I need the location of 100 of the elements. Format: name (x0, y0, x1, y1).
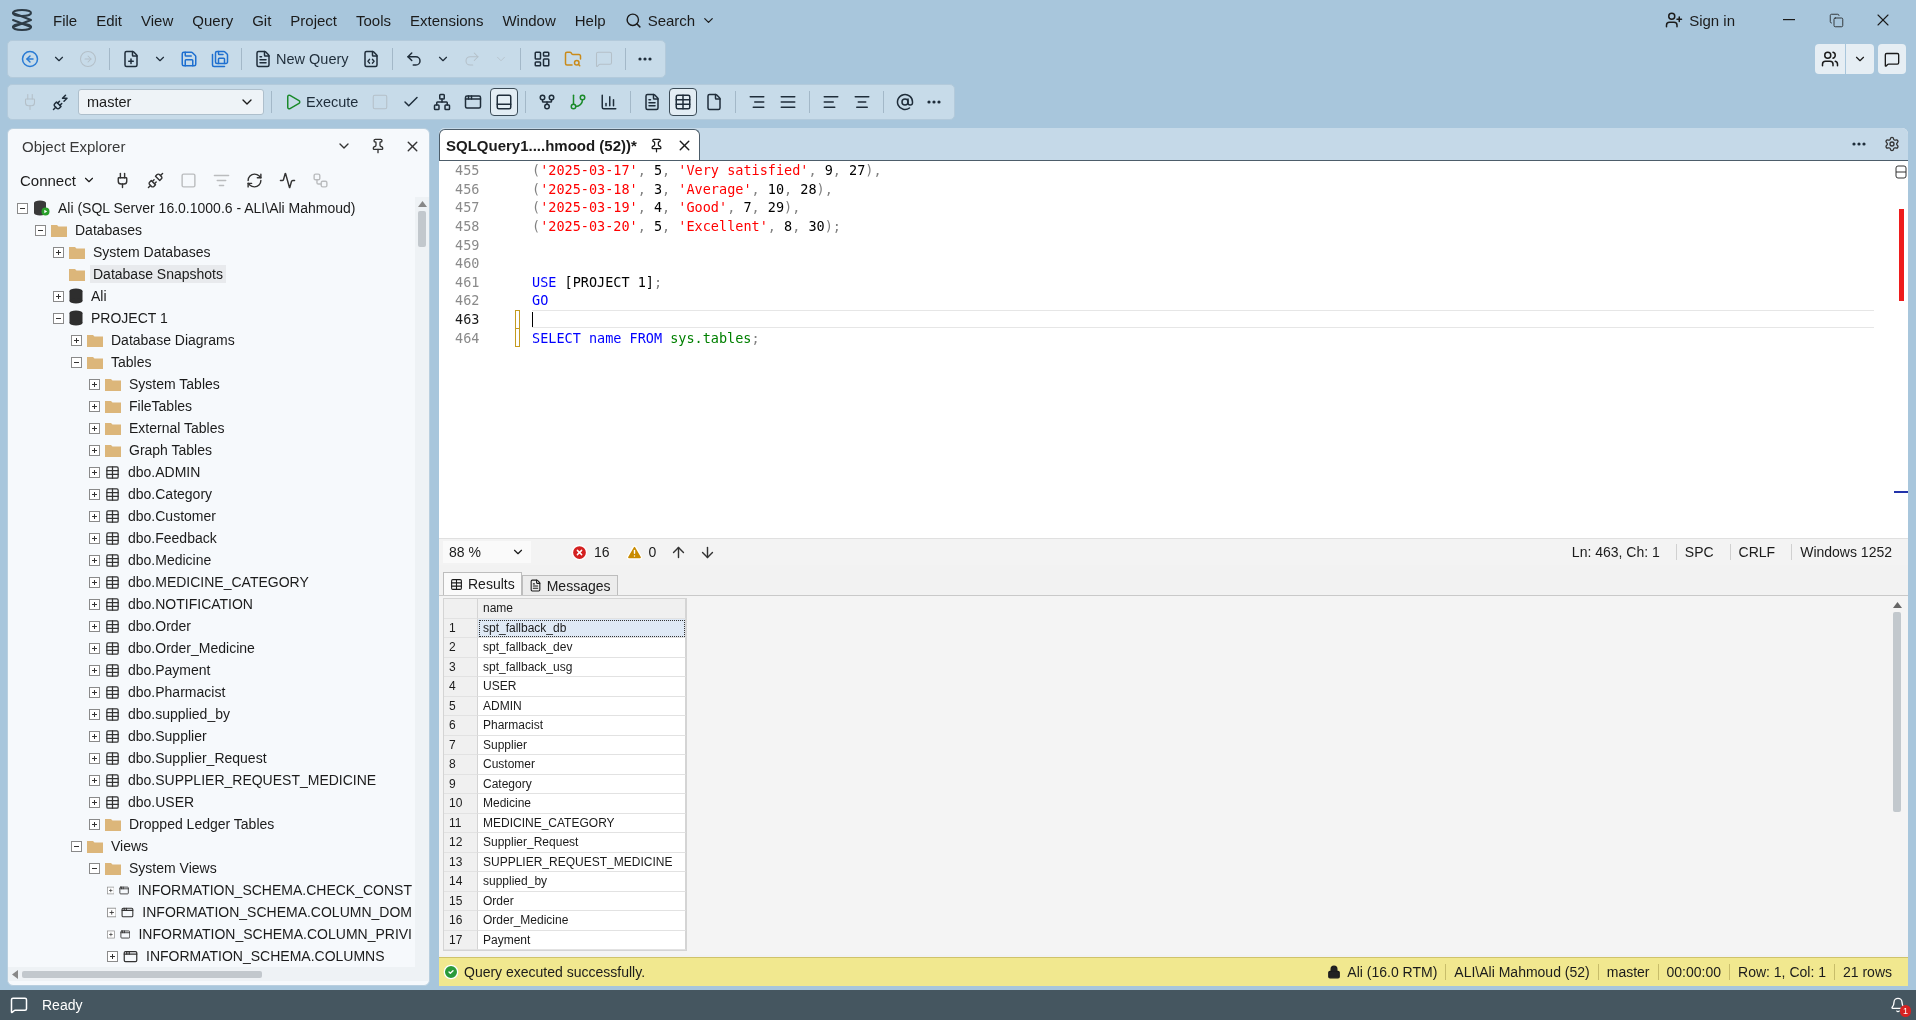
database-dropdown[interactable]: master (78, 89, 264, 115)
menu-item[interactable]: Query (183, 7, 243, 33)
collapse-icon[interactable] (71, 356, 82, 368)
expand-icon[interactable] (89, 774, 100, 786)
expand-icon[interactable] (89, 466, 100, 478)
menu-item[interactable]: Tools (347, 7, 401, 33)
scrollbar-thumb[interactable] (22, 970, 262, 978)
table-cell[interactable]: USER (478, 677, 686, 697)
scrollbar-thumb[interactable] (1893, 612, 1901, 812)
feedback-button[interactable] (1878, 44, 1906, 74)
expand-icon[interactable] (89, 730, 100, 742)
scrollbar[interactable] (8, 967, 429, 981)
table-cell[interactable]: Payment (478, 930, 686, 950)
collapse-icon[interactable] (35, 224, 46, 236)
tree-item[interactable]: Databases (72, 221, 145, 239)
scroll-left-icon[interactable] (12, 969, 18, 979)
tree-item[interactable]: Database Diagrams (108, 331, 238, 349)
menu-item[interactable]: Window (493, 7, 565, 33)
expand-icon[interactable] (107, 950, 118, 962)
collapse-icon[interactable] (17, 202, 28, 214)
expand-icon[interactable] (89, 796, 100, 808)
tree-item[interactable]: dbo.Supplier_Request (125, 749, 270, 767)
expand-icon[interactable] (71, 334, 82, 346)
table-cell[interactable]: Order (478, 891, 686, 911)
split-icon[interactable] (1895, 165, 1907, 179)
menu-item[interactable]: Git (243, 7, 281, 33)
results-tab[interactable]: Results (443, 572, 522, 595)
expand-icon[interactable] (89, 378, 100, 390)
tree-item[interactable]: INFORMATION_SCHEMA.CHECK_CONST (134, 881, 415, 899)
expand-icon[interactable] (89, 686, 100, 698)
tree-item[interactable]: dbo.Order (125, 617, 195, 635)
table-cell[interactable]: SUPPLIER_REQUEST_MEDICINE (478, 852, 686, 872)
tree-item[interactable]: dbo.Medicine (125, 551, 215, 569)
tree-item[interactable]: Tables (108, 353, 155, 371)
zoom-dropdown[interactable]: 88 % (443, 541, 531, 563)
collapse-icon[interactable] (71, 840, 82, 852)
expand-icon[interactable] (89, 664, 100, 676)
tree-item[interactable]: Ali (88, 287, 110, 305)
sign-in-button[interactable]: Sign in (1656, 7, 1744, 33)
tree-item[interactable]: dbo.Payment (125, 661, 214, 679)
expand-icon[interactable] (89, 488, 100, 500)
tree-item[interactable]: System Tables (126, 375, 223, 393)
tree-item[interactable]: Graph Tables (126, 441, 215, 459)
tree-item[interactable]: dbo.Pharmacist (125, 683, 229, 701)
people-button[interactable] (1815, 44, 1845, 74)
expand-icon[interactable] (89, 444, 100, 456)
scrollbar-thumb[interactable] (418, 211, 426, 247)
search-button[interactable]: Search (615, 7, 726, 33)
table-cell[interactable]: supplied_by (478, 872, 686, 892)
table-cell[interactable]: Supplier (478, 735, 686, 755)
tree-item[interactable]: dbo.Order_Medicine (125, 639, 258, 657)
table-cell[interactable]: spt_fallback_db (478, 618, 686, 638)
execute-button[interactable]: Execute (279, 88, 364, 116)
settings-button[interactable] (1882, 134, 1902, 154)
expand-icon[interactable] (107, 906, 117, 918)
tree-item[interactable]: INFORMATION_SCHEMA.COLUMN_PRIVI (135, 925, 415, 943)
tree-item[interactable]: dbo.Category (125, 485, 216, 503)
menu-item[interactable]: View (132, 7, 183, 33)
menu-item[interactable]: File (44, 7, 87, 33)
warnings-button[interactable]: 0 (621, 543, 661, 561)
expand-icon[interactable] (89, 818, 100, 830)
table-cell[interactable]: Customer (478, 755, 686, 775)
notification-icon[interactable] (1890, 997, 1906, 1013)
menu-item[interactable]: Help (565, 7, 615, 33)
tree-item[interactable]: dbo.USER (125, 793, 198, 811)
tree-item[interactable]: dbo.MEDICINE_CATEGORY (125, 573, 312, 591)
expand-icon[interactable] (89, 510, 100, 522)
collapse-icon[interactable] (53, 312, 64, 324)
table-cell[interactable]: Category (478, 774, 686, 794)
table-cell[interactable]: Order_Medicine (478, 911, 686, 931)
scroll-up-icon[interactable] (1892, 602, 1902, 608)
table-cell[interactable]: spt_fallback_dev (478, 638, 686, 658)
scrollbar[interactable] (415, 197, 429, 967)
tree-item[interactable]: INFORMATION_SCHEMA.COLUMNS (143, 947, 388, 965)
tree-item[interactable]: dbo.Customer (125, 507, 219, 525)
expand-icon[interactable] (89, 598, 100, 610)
results-grid-button[interactable] (669, 88, 698, 116)
results-pane-button[interactable] (490, 88, 519, 116)
results-tab[interactable]: Messages (521, 575, 618, 595)
tree-item[interactable]: INFORMATION_SCHEMA.COLUMN_DOM (139, 903, 415, 921)
expand-icon[interactable] (53, 246, 64, 258)
tree-item[interactable]: FileTables (126, 397, 196, 415)
new-query-button[interactable]: New Query (249, 45, 354, 73)
expand-icon[interactable] (53, 290, 64, 302)
tree-item[interactable]: System Views (126, 859, 220, 877)
tree-item[interactable]: dbo.Supplier (125, 727, 210, 745)
tree-item[interactable]: System Databases (90, 243, 214, 261)
expand-icon[interactable] (89, 576, 100, 588)
tree-item[interactable]: dbo.supplied_by (125, 705, 233, 723)
table-cell[interactable]: Pharmacist (478, 716, 686, 736)
expand-icon[interactable] (89, 400, 100, 412)
connect-button[interactable]: Connect (16, 169, 100, 191)
tree-item[interactable]: dbo.ADMIN (125, 463, 204, 481)
tree-item[interactable]: Ali (SQL Server 16.0.1000.6 - ALI\Ali Mahmoud) (55, 199, 359, 217)
expand-icon[interactable] (89, 422, 100, 434)
table-cell[interactable]: MEDICINE_CATEGORY (478, 813, 686, 833)
tree-item[interactable]: Dropped Ledger Tables (126, 815, 278, 833)
tree-item[interactable]: PROJECT 1 (88, 309, 171, 327)
table-cell[interactable]: Medicine (478, 794, 686, 814)
errors-button[interactable]: 16 (567, 543, 614, 561)
